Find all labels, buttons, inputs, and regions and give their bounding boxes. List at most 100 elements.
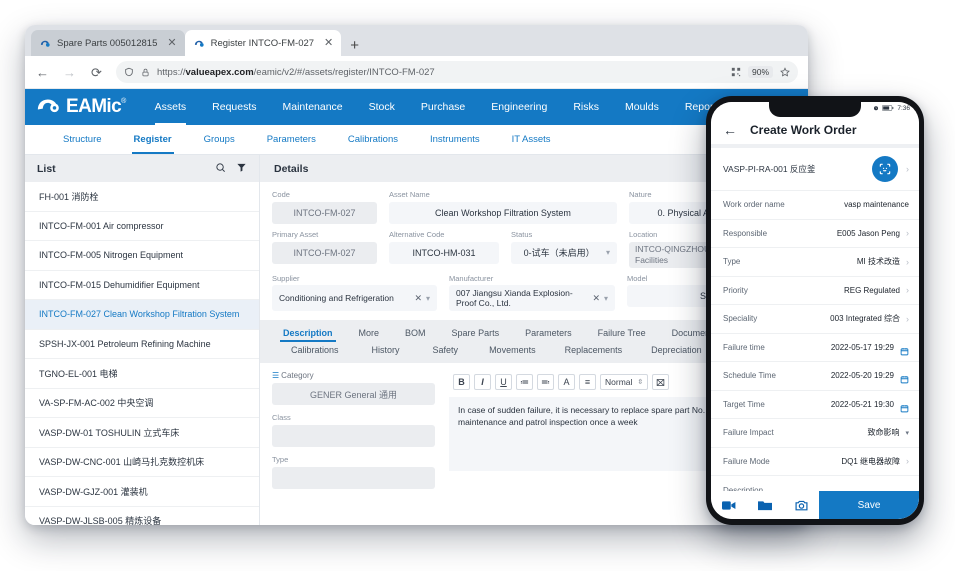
- supplier-select[interactable]: Conditioning and Refrigeration ✕ ▾: [272, 285, 437, 312]
- tab-safety[interactable]: Safety: [413, 342, 472, 359]
- nav-item-maintenance[interactable]: Maintenance: [270, 89, 356, 125]
- calendar-icon[interactable]: [900, 400, 909, 413]
- list-item[interactable]: VA-SP-FM-AC-002 中央空调: [25, 389, 259, 418]
- scan-qr-icon[interactable]: [872, 156, 898, 182]
- search-icon[interactable]: [215, 160, 226, 178]
- star-icon[interactable]: [780, 67, 790, 77]
- browser-tab-2[interactable]: Register INTCO-FM-027 ✕: [184, 30, 342, 56]
- nav-item-requests[interactable]: Requests: [199, 89, 269, 125]
- main-nav: Assets Requests Maintenance Stock Purcha…: [142, 89, 735, 125]
- tab-history[interactable]: History: [352, 342, 413, 359]
- underline-button[interactable]: U: [495, 374, 512, 391]
- forward-button[interactable]: →: [62, 66, 77, 79]
- list-item[interactable]: VASP-DW-JLSB-005 精炼设备: [25, 507, 259, 525]
- row-failure-impact[interactable]: Failure Impact 致命影响 ▾: [711, 419, 919, 448]
- row-failure-mode[interactable]: Failure Mode DQ1 继电器故障 ›: [711, 447, 919, 476]
- tab-parameters[interactable]: Parameters: [512, 325, 585, 342]
- tab-depreciation[interactable]: Depreciation: [635, 342, 715, 359]
- manufacturer-select[interactable]: 007 Jiangsu Xianda Explosion- Proof Co.,…: [449, 285, 615, 312]
- filter-icon[interactable]: [236, 160, 247, 178]
- nav-item-risks[interactable]: Risks: [560, 89, 612, 125]
- row-priority[interactable]: Priority REG Regulated ›: [711, 276, 919, 305]
- tab-spare-parts[interactable]: Spare Parts: [439, 325, 513, 342]
- subnav-item-calibrations[interactable]: Calibrations: [332, 125, 414, 154]
- save-button[interactable]: Save: [819, 491, 919, 519]
- tab-bom[interactable]: BOM: [392, 325, 439, 342]
- list-item[interactable]: VASP-DW-01 TOSHULIN 立式车床: [25, 418, 259, 448]
- list-item[interactable]: TGNO-EL-001 电梯: [25, 359, 259, 389]
- list-item[interactable]: SPSH-JX-001 Petroleum Refining Machine: [25, 330, 259, 359]
- tab-movements[interactable]: Movements: [471, 342, 549, 359]
- row-schedule-time[interactable]: Schedule Time 2022-05-20 19:29: [711, 362, 919, 391]
- brand-logo[interactable]: EAMic®: [37, 89, 142, 125]
- nav-item-assets[interactable]: Assets: [142, 89, 200, 125]
- row-work-order-name[interactable]: Work order name vasp maintenance: [711, 191, 919, 220]
- row-label: Responsible: [723, 228, 768, 238]
- tab-replacements[interactable]: Replacements: [549, 342, 636, 359]
- camera-icon[interactable]: [783, 500, 819, 511]
- align-button[interactable]: ≡: [579, 374, 596, 391]
- row-failure-time[interactable]: Failure time 2022-05-17 19:29: [711, 333, 919, 362]
- numbered-list-button[interactable]: ≕: [537, 374, 554, 391]
- field-status-label: Status: [511, 229, 533, 239]
- new-tab-button[interactable]: +: [341, 38, 368, 56]
- clear-x-icon[interactable]: ✕: [592, 293, 604, 304]
- row-type[interactable]: Type MI 技术改造 ›: [711, 248, 919, 277]
- row-speciality[interactable]: Speciality 003 Integrated 综合 ›: [711, 305, 919, 334]
- browser-tab-2-close-icon[interactable]: ✕: [320, 37, 333, 49]
- asset-selector-row[interactable]: VASP-PI-RA-001 反应釜 ›: [711, 148, 919, 191]
- tab-calibrations[interactable]: Calibrations: [278, 342, 352, 359]
- list-item-selected[interactable]: INTCO-FM-027 Clean Workshop Filtration S…: [25, 300, 259, 330]
- list-item[interactable]: VASP-DW-CNC-001 山崎马扎克数控机床: [25, 448, 259, 477]
- nav-item-moulds[interactable]: Moulds: [612, 89, 672, 125]
- work-area: List FH-001 消防栓 INTCO-FM-001 Air compres…: [25, 155, 808, 525]
- folder-icon[interactable]: [747, 500, 783, 511]
- tab-failure-tree[interactable]: Failure Tree: [585, 325, 659, 342]
- browser-tab-1[interactable]: Spare Parts 005012815 ✕: [31, 30, 185, 56]
- subnav-item-groups[interactable]: Groups: [188, 125, 251, 154]
- tab-more[interactable]: More: [346, 325, 393, 342]
- subnav-item-parameters[interactable]: Parameters: [251, 125, 332, 154]
- alternative-code-input[interactable]: INTCO-HM-031: [389, 241, 499, 264]
- clear-x-icon[interactable]: ✕: [414, 293, 426, 304]
- status-select[interactable]: 0-试车（未启用） ▾: [511, 241, 617, 264]
- bullet-list-button[interactable]: ≔: [516, 374, 533, 391]
- text-color-button[interactable]: A: [558, 374, 575, 391]
- calendar-icon[interactable]: [900, 371, 909, 384]
- subnav-item-instruments[interactable]: Instruments: [414, 125, 496, 154]
- calendar-icon[interactable]: [900, 343, 909, 356]
- subnav-item-register[interactable]: Register: [118, 125, 188, 154]
- address-bar[interactable]: https://valueapex.com/eamic/v2/#/assets/…: [116, 61, 798, 83]
- italic-button[interactable]: I: [474, 374, 491, 391]
- insert-image-icon[interactable]: [652, 374, 670, 391]
- nav-item-stock[interactable]: Stock: [356, 89, 408, 125]
- zoom-level-indicator[interactable]: 90%: [747, 66, 773, 78]
- subnav-item-it-assets[interactable]: IT Assets: [496, 125, 567, 154]
- row-responsible[interactable]: Responsible E005 Jason Peng ›: [711, 219, 919, 248]
- subnav-item-structure[interactable]: Structure: [47, 125, 118, 154]
- row-target-time[interactable]: Target Time 2022-05-21 19:30: [711, 390, 919, 419]
- back-button[interactable]: ←: [35, 66, 50, 79]
- bold-button[interactable]: B: [453, 374, 470, 391]
- list-item[interactable]: INTCO-FM-001 Air compressor: [25, 212, 259, 241]
- nav-item-purchase[interactable]: Purchase: [408, 89, 478, 125]
- back-arrow-icon[interactable]: ←: [723, 123, 737, 137]
- chevron-right-icon: ›: [906, 285, 909, 296]
- video-camera-icon[interactable]: [711, 500, 747, 511]
- browser-tab-1-close-icon[interactable]: ✕: [163, 37, 176, 49]
- qr-code-icon[interactable]: [731, 67, 741, 77]
- editor-style-select[interactable]: Normal ⇳: [600, 374, 649, 391]
- list-item[interactable]: FH-001 消防栓: [25, 182, 259, 212]
- nav-item-engineering[interactable]: Engineering: [478, 89, 560, 125]
- eamic-favicon-icon: [40, 38, 51, 49]
- tab-description[interactable]: Description: [270, 325, 346, 343]
- list-item[interactable]: INTCO-FM-015 Dehumidifier Equipment: [25, 271, 259, 300]
- reload-button[interactable]: ⟳: [89, 66, 104, 79]
- row-description[interactable]: Description: [711, 476, 919, 491]
- row-label: Work order name: [723, 200, 785, 210]
- list-item[interactable]: VASP-DW-GJZ-001 灌装机: [25, 477, 259, 507]
- editor-style-value: Normal: [605, 377, 633, 388]
- asset-name-input[interactable]: Clean Workshop Filtration System: [389, 201, 617, 224]
- list-item[interactable]: INTCO-FM-005 Nitrogen Equipment: [25, 241, 259, 271]
- primary-asset-input: INTCO-FM-027: [272, 241, 377, 264]
